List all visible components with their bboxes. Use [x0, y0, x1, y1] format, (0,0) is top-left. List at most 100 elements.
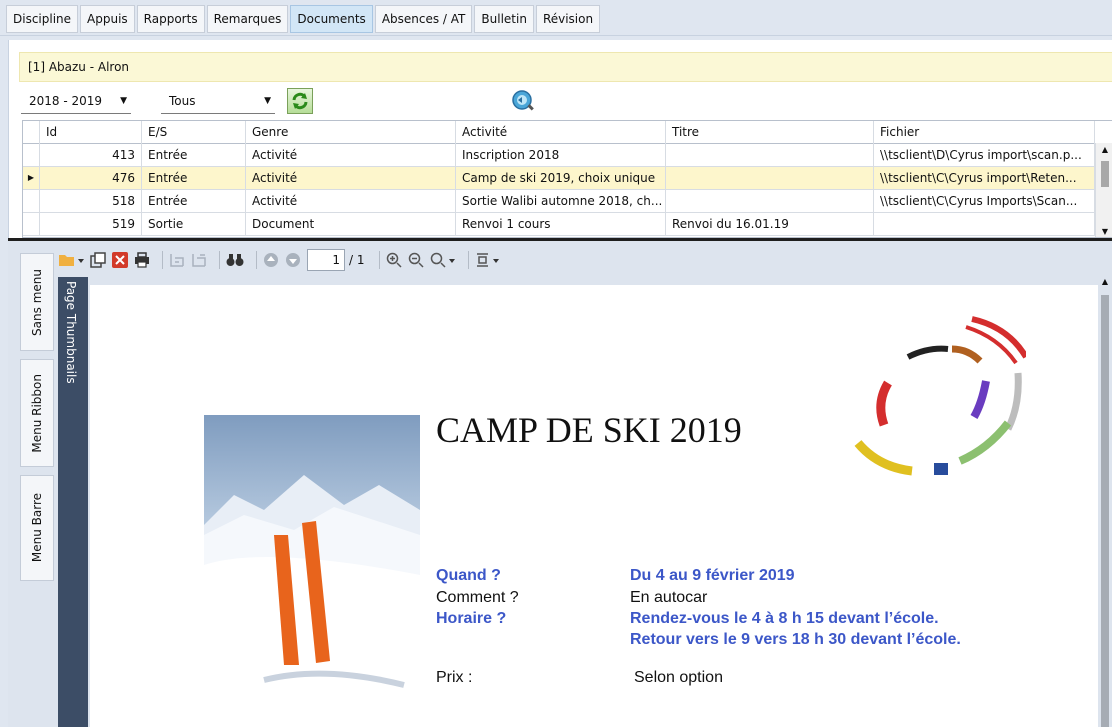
cell-es: Entrée [142, 167, 246, 190]
col-header-es[interactable]: E/S [142, 121, 246, 144]
cell-titre [666, 144, 874, 167]
cell-fichier: \\tsclient\C\Cyrus Imports\Scan... [874, 190, 1095, 213]
cell-id: 476 [40, 167, 142, 190]
comment-label: Comment ? [436, 589, 519, 606]
col-header-id[interactable]: Id [40, 121, 142, 144]
scroll-thumb[interactable] [1101, 295, 1109, 727]
zoom-dropdown-button[interactable] [430, 249, 456, 271]
document-viewer: Sans menu Menu Ribbon Menu Barre 1 / 1 P… [8, 241, 1112, 727]
filter-select[interactable]: Tous ▼ [161, 90, 275, 114]
page-layout-icon [192, 254, 206, 267]
cell-titre [666, 167, 874, 190]
horaire-line-2: Retour vers le 9 vers 18 h 30 devant l’é… [630, 631, 961, 648]
row-indicator [23, 213, 40, 236]
side-tab-label: Sans menu [30, 268, 44, 336]
scroll-up-icon[interactable]: ▲ [1096, 143, 1112, 157]
printer-icon [135, 252, 149, 268]
next-page-button[interactable] [285, 249, 301, 271]
col-header-fichier[interactable]: Fichier [874, 121, 1095, 144]
page-thumbnails-panel[interactable]: Page Thumbnails [58, 277, 88, 727]
filter-select-value: Tous [169, 94, 196, 108]
prix-label: Prix : [436, 669, 473, 686]
arrow-up-circle-icon [264, 253, 278, 267]
previous-page-button[interactable] [263, 249, 279, 271]
col-header-genre[interactable]: Genre [246, 121, 456, 144]
table-row-selected[interactable]: ▶ 476 Entrée Activité Camp de ski 2019, … [23, 167, 1095, 190]
side-tab-menu-barre[interactable]: Menu Barre [20, 475, 54, 581]
zoom-icon [430, 252, 455, 268]
toolbar-separator [219, 251, 220, 269]
chevron-down-icon: ▼ [120, 96, 127, 106]
tab-discipline[interactable]: Discipline [6, 5, 79, 33]
page-setup-alt-button[interactable] [191, 249, 207, 271]
chevron-down-icon: ▼ [264, 96, 271, 106]
cell-activite: Inscription 2018 [456, 144, 666, 167]
close-icon [112, 252, 128, 268]
zoom-out-button[interactable] [408, 249, 424, 271]
open-folder-button[interactable] [58, 249, 84, 271]
cell-titre: Renvoi du 16.01.19 [666, 213, 874, 236]
side-tab-menu-ribbon[interactable]: Menu Ribbon [20, 359, 54, 467]
side-tab-label: Menu Ribbon [30, 373, 44, 453]
cell-es: Entrée [142, 190, 246, 213]
print-button[interactable] [134, 249, 150, 271]
cell-genre: Document [246, 213, 456, 236]
cell-genre: Activité [246, 167, 456, 190]
cell-titre [666, 190, 874, 213]
page-setup-button[interactable] [169, 249, 185, 271]
cell-es: Sortie [142, 213, 246, 236]
col-header-titre[interactable]: Titre [666, 121, 874, 144]
page-number-input[interactable]: 1 [307, 249, 345, 271]
row-indicator [23, 190, 40, 213]
tab-rapports[interactable]: Rapports [136, 5, 205, 33]
table-row[interactable]: 519 Sortie Document Renvoi 1 cours Renvo… [23, 213, 1095, 236]
zoom-in-button[interactable] [386, 249, 402, 271]
tab-documents[interactable]: Documents [290, 5, 373, 33]
quand-value: Du 4 au 9 février 2019 [630, 567, 795, 584]
toolbar-separator [467, 251, 469, 269]
col-header-activite[interactable]: Activité [456, 121, 666, 144]
scroll-down-icon[interactable]: ▼ [1096, 225, 1112, 237]
quand-label: Quand ? [436, 567, 501, 584]
toolbar-separator [378, 251, 380, 269]
filter-bar: 2018 - 2019 ▼ Tous ▼ [19, 88, 1112, 116]
table-row[interactable]: 518 Entrée Activité Sortie Walibi automn… [23, 190, 1095, 213]
grid-header-row: Id E/S Genre Activité Titre Fichier [23, 121, 1095, 144]
scroll-thumb[interactable] [1101, 161, 1109, 187]
zoom-out-icon [408, 252, 424, 268]
table-row[interactable]: 413 Entrée Activité Inscription 2018 \\t… [23, 144, 1095, 167]
page-thumbnails-label: Page Thumbnails [64, 281, 78, 384]
tab-absences[interactable]: Absences / AT [374, 5, 473, 33]
preview-search-button[interactable] [510, 88, 536, 114]
grid-scrollbar[interactable]: ▲ ▼ [1095, 143, 1112, 237]
page-total: / 1 [349, 253, 365, 267]
documents-grid: Id E/S Genre Activité Titre Fichier 413 … [22, 120, 1112, 238]
ski-photo [204, 415, 420, 689]
side-tab-sans-menu[interactable]: Sans menu [20, 253, 54, 351]
document-page: CAMP DE SKI 2019 Quand ? Du 4 au 9 févri… [90, 285, 1098, 727]
cell-fichier: \\tsclient\C\Cyrus import\Reten... [874, 167, 1095, 190]
toolbar-separator [256, 251, 257, 269]
magnifier-icon [512, 90, 534, 111]
close-document-button[interactable] [112, 249, 128, 271]
cell-es: Entrée [142, 144, 246, 167]
document-scrollbar[interactable]: ▲ [1098, 277, 1112, 727]
tab-bulletin[interactable]: Bulletin [474, 5, 534, 33]
view-mode-button[interactable] [475, 249, 501, 271]
year-select[interactable]: 2018 - 2019 ▼ [21, 90, 131, 114]
horaire-line-1: Rendez-vous le 4 à 8 h 15 devant l’école… [630, 610, 939, 627]
tab-revision[interactable]: Révision [535, 5, 601, 33]
refresh-button[interactable] [287, 88, 313, 114]
cell-fichier: \\tsclient\D\Cyrus import\scan.p... [874, 144, 1095, 167]
row-indicator-header [23, 121, 40, 144]
scroll-up-icon[interactable]: ▲ [1098, 277, 1112, 286]
tab-appuis[interactable]: Appuis [80, 5, 135, 33]
cell-activite: Camp de ski 2019, choix unique [456, 167, 666, 190]
comment-value: En autocar [630, 589, 708, 606]
tab-remarques[interactable]: Remarques [206, 5, 289, 33]
cell-genre: Activité [246, 190, 456, 213]
find-button[interactable] [226, 249, 244, 271]
open-folder-icon [59, 255, 84, 266]
export-button[interactable] [90, 249, 106, 271]
cell-activite: Sortie Walibi automne 2018, ch... [456, 190, 666, 213]
